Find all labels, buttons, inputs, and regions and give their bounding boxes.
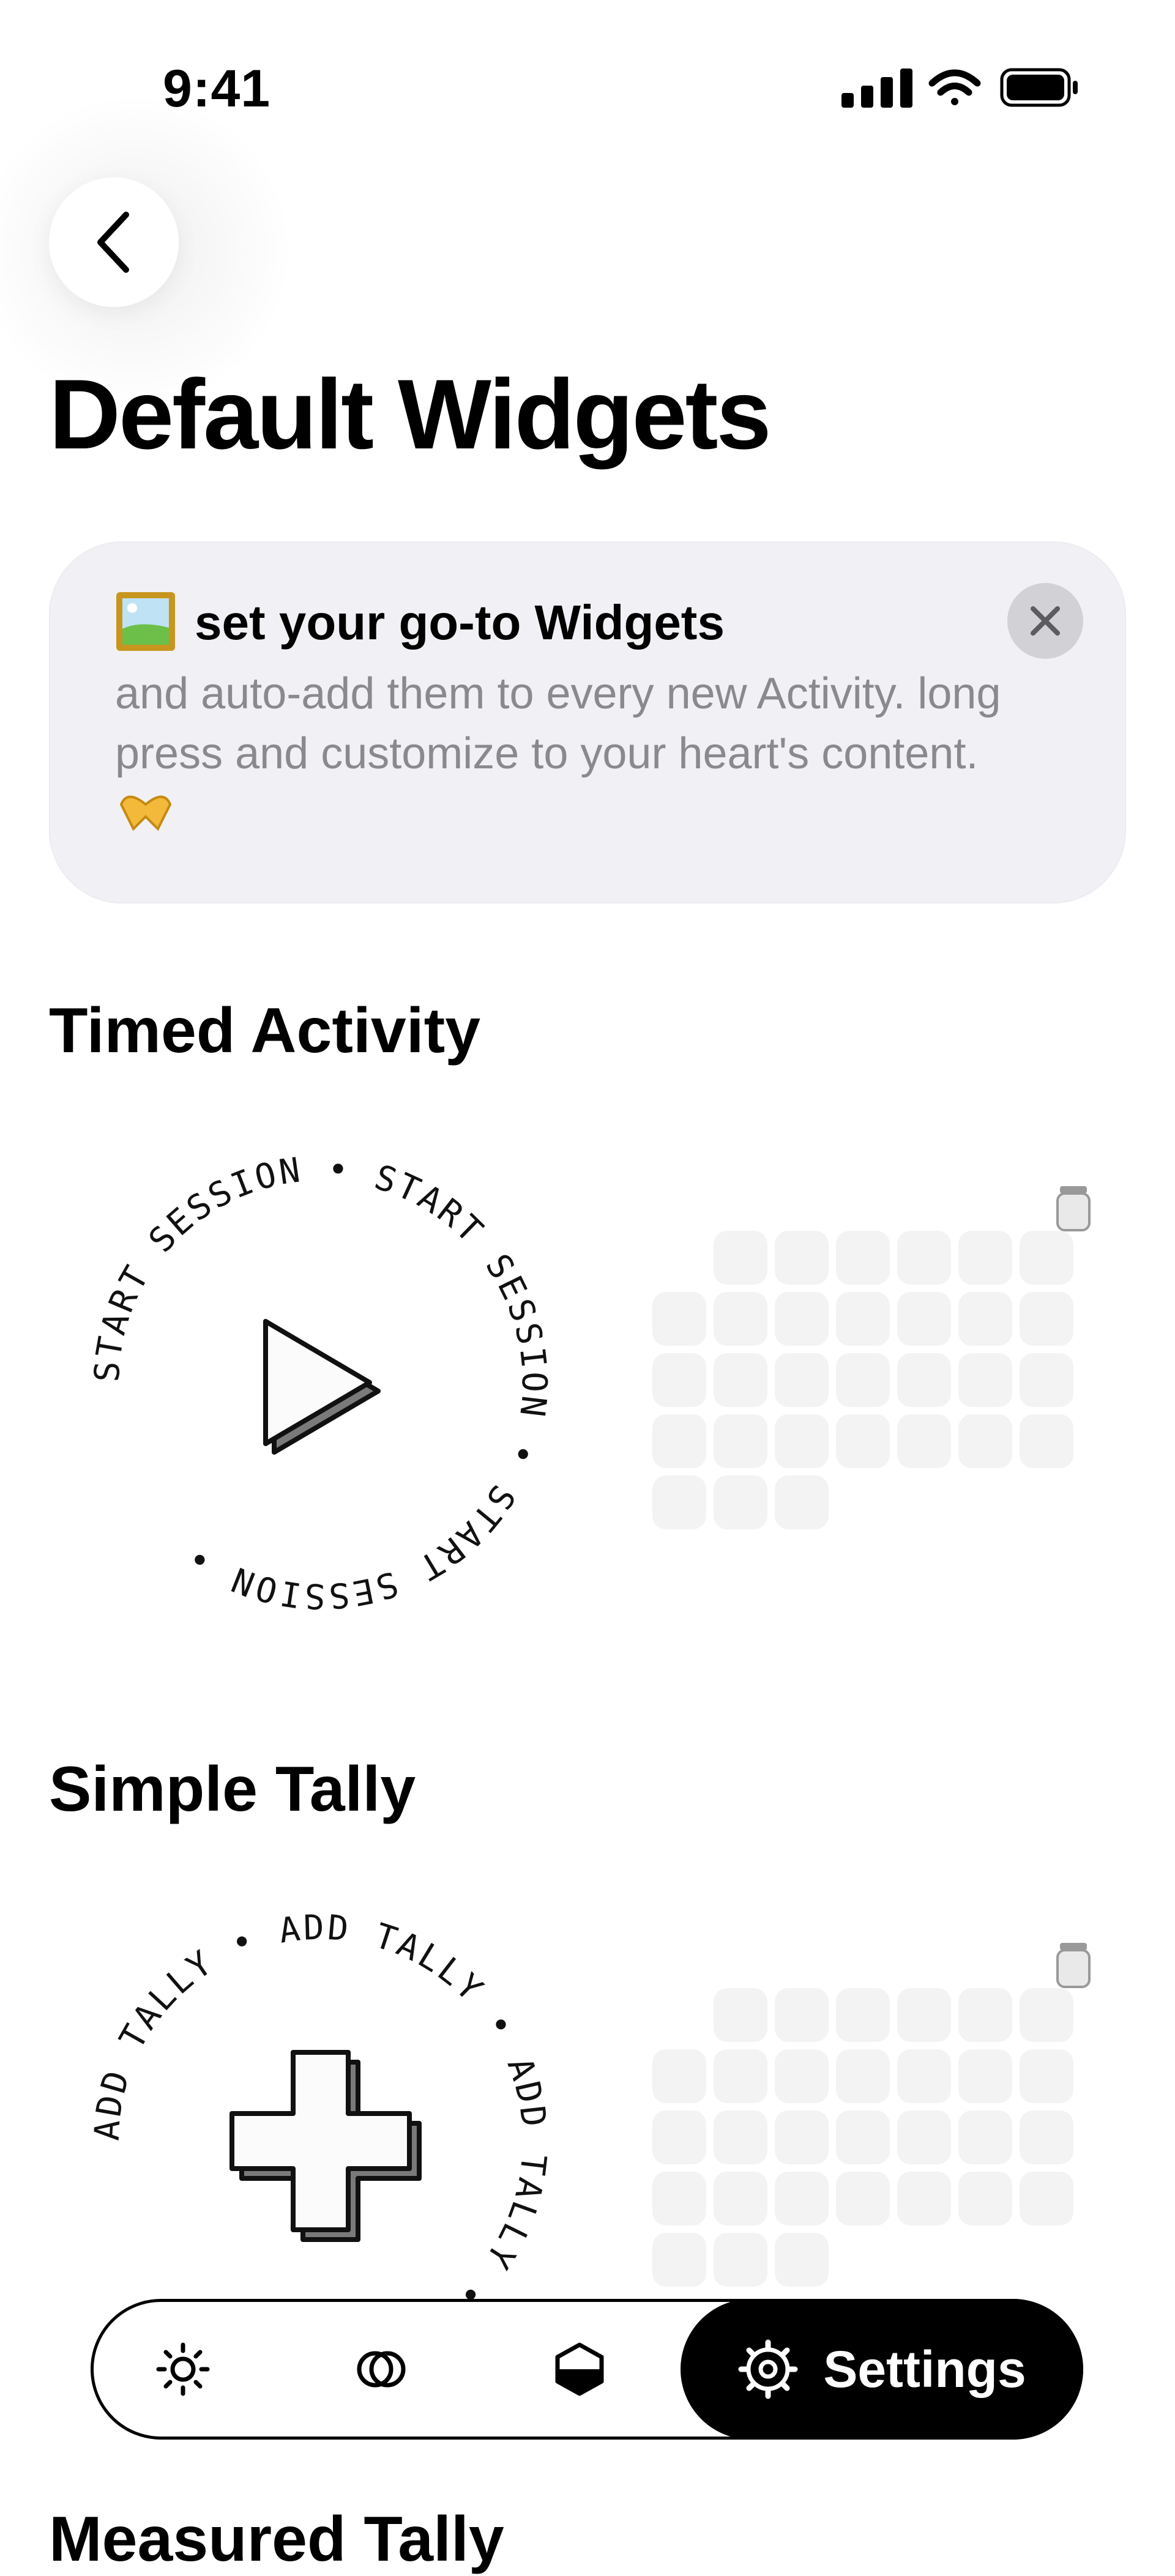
grid-cell <box>1020 1231 1073 1285</box>
grid-cell <box>1020 1988 1073 2042</box>
grid-cell <box>775 1414 829 1468</box>
grid-cell <box>1020 1353 1073 1407</box>
grid-cell <box>775 1475 829 1529</box>
grid-cell <box>958 1231 1012 1285</box>
grid-cell <box>836 1414 890 1468</box>
section-title-timed-activity: Timed Activity <box>49 995 481 1066</box>
framed-picture-icon <box>115 591 176 652</box>
grid-cell <box>652 2049 706 2103</box>
tab-hexagon[interactable] <box>546 2336 613 2403</box>
grid-cell <box>714 1292 767 1346</box>
activity-grid-timed <box>652 1231 1081 1537</box>
grid-cell <box>897 2110 951 2164</box>
grid-cell <box>1020 2110 1073 2164</box>
grid-cell <box>1020 2049 1073 2103</box>
grid-cell <box>897 1353 951 1407</box>
grid-cell <box>958 1353 1012 1407</box>
grid-cell <box>714 1475 767 1529</box>
grid-cell <box>775 1231 829 1285</box>
grid-cell <box>714 1353 767 1407</box>
grid-cell <box>897 1292 951 1346</box>
tab-circles[interactable] <box>348 2336 415 2403</box>
grid-cell <box>958 2110 1012 2164</box>
tab-settings-label: Settings <box>823 2340 1026 2398</box>
grid-cell <box>958 2049 1012 2103</box>
grid-cell <box>714 1231 767 1285</box>
grid-cell <box>775 2233 829 2287</box>
sun-icon <box>156 2342 210 2396</box>
tab-sun[interactable] <box>149 2336 217 2403</box>
grid-cell <box>714 2110 767 2164</box>
chevron-left-icon <box>97 212 129 273</box>
back-button[interactable] <box>49 177 179 307</box>
grid-cell <box>1020 1414 1073 1468</box>
grid-cell <box>958 2172 1012 2225</box>
page-title: Default Widgets <box>49 359 772 470</box>
grid-cell <box>1020 1292 1073 1346</box>
grid-cell <box>652 1292 706 1346</box>
grid-cell <box>652 1353 706 1407</box>
signal-icon <box>841 69 912 108</box>
grid-cell <box>775 1292 829 1346</box>
grid-cell <box>897 1988 951 2042</box>
grid-cell <box>958 1292 1012 1346</box>
grid-cell <box>652 1475 706 1529</box>
add-tally-widget[interactable]: ADD TALLY • ADD TALLY • ADD TALLY • <box>76 1896 565 2312</box>
grid-cell <box>897 2172 951 2225</box>
grid-cell <box>958 1414 1012 1468</box>
wifi-icon <box>928 69 981 105</box>
start-session-widget[interactable]: START SESSION • START SESSION • START SE… <box>76 1138 565 1627</box>
grid-cell <box>897 1414 951 1468</box>
grid-cell <box>836 1231 890 1285</box>
grid-cell <box>775 1988 829 2042</box>
grid-cell <box>775 2172 829 2225</box>
activity-grid-tally <box>652 1988 1081 2294</box>
jar-icon <box>1055 1184 1092 1233</box>
grid-cell <box>714 1988 767 2042</box>
grid-cell <box>836 1988 890 2042</box>
grid-cell <box>836 2110 890 2164</box>
gear-icon <box>738 2339 798 2399</box>
status-icons <box>841 66 1080 109</box>
hexagon-half-icon <box>555 2342 604 2396</box>
close-card-button[interactable] <box>1007 583 1083 659</box>
tab-settings[interactable]: Settings <box>681 2299 1083 2440</box>
grid-cell <box>958 1988 1012 2042</box>
info-card-title: set your go-to Widgets <box>195 595 725 650</box>
grid-cell <box>652 2233 706 2287</box>
grid-cell <box>836 1353 890 1407</box>
section-title-simple-tally: Simple Tally <box>49 1754 416 1825</box>
grid-cell <box>652 2110 706 2164</box>
info-card-body: and auto-add them to every new Activity.… <box>115 669 1001 778</box>
grid-cell <box>714 2233 767 2287</box>
grid-cell <box>775 2049 829 2103</box>
plus-icon <box>229 2050 422 2242</box>
grid-cell <box>714 2172 767 2225</box>
section-title-measured-tally: Measured Tally <box>49 2504 504 2575</box>
grid-cell <box>652 1414 706 1468</box>
grid-cell <box>897 2049 951 2103</box>
grid-cell <box>897 1231 951 1285</box>
close-icon <box>1031 606 1060 636</box>
circles-icon <box>357 2351 406 2388</box>
grid-cell <box>775 1353 829 1407</box>
grid-cell <box>714 2049 767 2103</box>
grid-cell <box>714 1414 767 1468</box>
grid-cell <box>775 2110 829 2164</box>
grid-cell <box>1020 2172 1073 2225</box>
battery-icon <box>1000 68 1078 107</box>
grid-cell <box>836 2172 890 2225</box>
play-icon <box>263 1319 381 1455</box>
grid-cell <box>836 1292 890 1346</box>
heart-hands-icon <box>115 786 176 835</box>
jar-icon <box>1055 1940 1092 1989</box>
grid-cell <box>652 2172 706 2225</box>
grid-cell <box>836 2049 890 2103</box>
